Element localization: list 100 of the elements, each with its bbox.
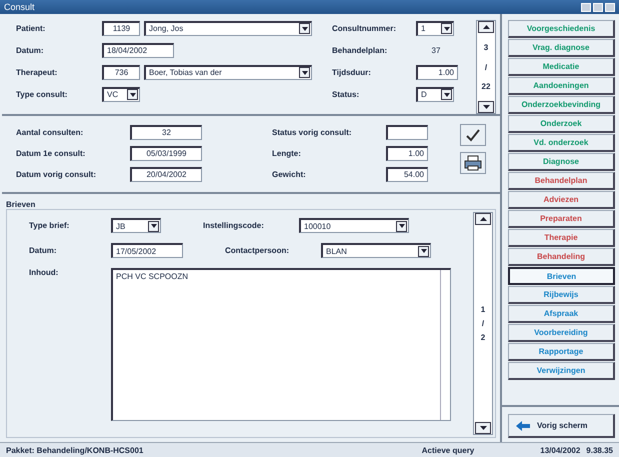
- field-label: Lengte:: [272, 148, 302, 158]
- check-icon: [465, 128, 481, 142]
- caret-down-icon: [420, 249, 426, 253]
- content-textarea[interactable]: PCH VC SCPOOZN: [111, 268, 451, 421]
- field-label: Patient:: [16, 24, 46, 32]
- record-scrollbar[interactable]: 3 / 22: [476, 20, 496, 114]
- nav-button[interactable]: Verwijzingen: [508, 362, 615, 380]
- combo-box[interactable]: 1: [416, 20, 454, 36]
- page-separator: /: [482, 318, 484, 330]
- window-title: Consult: [4, 2, 35, 12]
- caret-down-icon: [150, 224, 156, 228]
- date-field[interactable]: 18/04/2002: [102, 42, 174, 58]
- nav-button[interactable]: Vrag. diagnose: [508, 39, 615, 57]
- print-button[interactable]: [460, 152, 486, 174]
- nav-button[interactable]: Therapie: [508, 229, 615, 247]
- field-label: Tijdsduur:: [332, 68, 372, 76]
- maximize-button[interactable]: [593, 2, 603, 12]
- combo-box[interactable]: D: [416, 86, 454, 102]
- minimize-button[interactable]: [581, 2, 591, 12]
- dropdown-button[interactable]: [441, 23, 452, 34]
- nav-button[interactable]: Vd. onderzoek: [508, 134, 615, 152]
- nav-button[interactable]: Afspraak: [508, 305, 615, 323]
- combo-box[interactable]: Boer, Tobias van der: [144, 64, 312, 80]
- scroll-up-button[interactable]: [478, 21, 494, 33]
- back-button[interactable]: Vorig scherm: [508, 414, 615, 438]
- caret-down-icon: [130, 92, 136, 96]
- caret-down-icon: [444, 26, 450, 30]
- combo-box[interactable]: 100010: [299, 218, 409, 233]
- content-text: PCH VC SCPOOZN: [115, 271, 190, 283]
- number-field[interactable]: 1.00: [416, 64, 458, 80]
- field-label: Instellingscode:: [203, 221, 265, 230]
- field-label: Type brief:: [29, 221, 70, 230]
- readonly-field: 54.00: [386, 166, 428, 182]
- dropdown-button[interactable]: [299, 23, 310, 34]
- nav-button[interactable]: Rapportage: [508, 343, 615, 361]
- caret-down-icon: [302, 70, 308, 74]
- page-total: 2: [480, 332, 486, 344]
- dropdown-button[interactable]: [396, 220, 407, 232]
- readonly-field: 20/04/2002: [130, 166, 202, 182]
- page-separator: /: [484, 62, 488, 72]
- field-label: Type consult:: [16, 90, 68, 98]
- nav-button[interactable]: Behandeling: [508, 248, 615, 266]
- nav-button[interactable]: Onderzoekbevinding: [508, 96, 615, 114]
- scroll-up-button[interactable]: [475, 213, 491, 225]
- readonly-field: 1.00: [386, 146, 428, 160]
- nav-button[interactable]: Adviezen: [508, 191, 615, 209]
- dropdown-button[interactable]: [148, 220, 159, 232]
- scroll-down-button[interactable]: [478, 101, 494, 113]
- arrow-icon: [515, 420, 531, 432]
- caret-down-icon: [302, 26, 308, 30]
- nav-button[interactable]: Behandelplan: [508, 172, 615, 190]
- field-label: Consultnummer:: [332, 24, 397, 32]
- page-number: 3: [484, 43, 488, 52]
- readonly-field: 32: [130, 124, 202, 140]
- dropdown-button[interactable]: [299, 67, 310, 78]
- field-label: Inhoud:: [29, 268, 60, 279]
- dropdown-button[interactable]: [418, 246, 429, 256]
- close-button[interactable]: [605, 2, 615, 12]
- caret-down-icon: [444, 92, 450, 96]
- letter-scrollbar[interactable]: 1 / 2: [473, 212, 493, 435]
- page-total: 22: [482, 82, 490, 91]
- field-label: Status:: [332, 90, 360, 98]
- combo-box[interactable]: VC: [102, 86, 140, 102]
- dropdown-button[interactable]: [127, 89, 138, 100]
- printer-icon: [464, 155, 482, 171]
- nav-button[interactable]: Rijbewijs: [508, 286, 615, 304]
- nav-button[interactable]: Voorbereiding: [508, 324, 615, 342]
- code-field[interactable]: 1139: [102, 20, 140, 36]
- nav-button[interactable]: Medicatie: [508, 58, 615, 76]
- status-text: Actieve query: [422, 446, 474, 454]
- readonly-field: 05/03/1999: [130, 146, 202, 160]
- field-value: 37: [430, 46, 442, 54]
- field-label: Status vorig consult:: [272, 128, 353, 136]
- caret-up-icon: [480, 217, 486, 221]
- nav-button[interactable]: Preparaten: [508, 210, 615, 228]
- field-label: Datum vorig consult:: [16, 170, 98, 178]
- scroll-down-button[interactable]: [475, 422, 491, 434]
- combo-box[interactable]: Jong, Jos: [144, 20, 312, 36]
- field-label: Behandelplan:: [332, 46, 388, 54]
- combo-box[interactable]: BLAN: [321, 243, 431, 258]
- nav-button[interactable]: Diagnose: [508, 153, 615, 171]
- nav-button[interactable]: Voorgeschiedenis: [508, 20, 615, 38]
- page-number: 1: [480, 304, 486, 316]
- combo-box[interactable]: JB: [111, 218, 161, 233]
- section-title: Brieven: [6, 200, 36, 209]
- caret-down-icon: [482, 105, 490, 109]
- status-date: 13/04/2002: [540, 446, 580, 454]
- caret-up-icon: [482, 25, 490, 29]
- field-label: Aantal consulten:: [16, 128, 84, 136]
- field-label: Contactpersoon:: [225, 246, 290, 255]
- dropdown-button[interactable]: [441, 89, 452, 100]
- date-field[interactable]: 17/05/2002: [111, 243, 183, 258]
- field-label: Gewicht:: [272, 170, 307, 178]
- confirm-button[interactable]: [460, 124, 486, 146]
- readonly-field: [386, 124, 428, 140]
- status-time: 9.38.35: [586, 446, 613, 454]
- nav-button[interactable]: Aandoeningen: [508, 77, 615, 95]
- code-field[interactable]: 736: [102, 64, 140, 80]
- nav-button[interactable]: Brieven: [508, 267, 615, 285]
- nav-button[interactable]: Onderzoek: [508, 115, 615, 133]
